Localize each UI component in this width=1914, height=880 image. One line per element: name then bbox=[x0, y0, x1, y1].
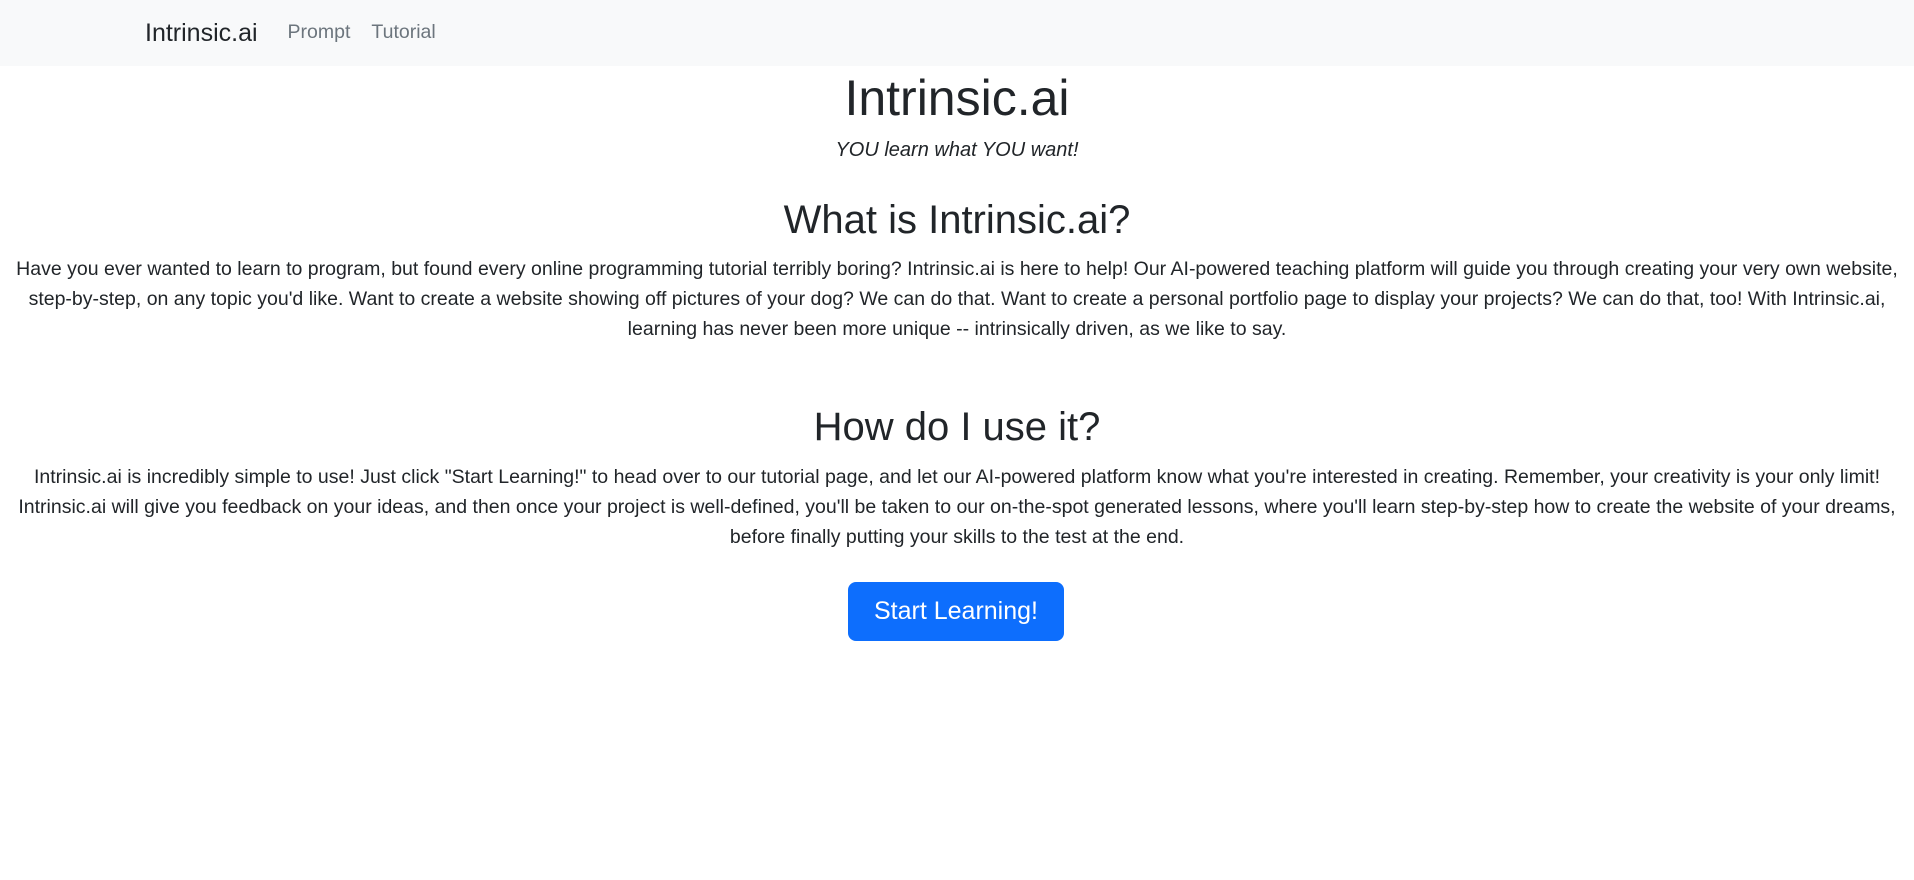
page-title: Intrinsic.ai bbox=[844, 70, 1070, 126]
tagline: YOU learn what YOU want! bbox=[835, 139, 1079, 161]
section-heading-how: How do I use it? bbox=[813, 405, 1101, 449]
nav-link-prompt[interactable]: Prompt bbox=[288, 23, 351, 43]
start-learning-button[interactable]: Start Learning! bbox=[848, 582, 1064, 641]
nav-link-tutorial[interactable]: Tutorial bbox=[371, 23, 435, 43]
navbar-brand[interactable]: Intrinsic.ai bbox=[145, 20, 258, 46]
section-text-what: Have you ever wanted to learn to program… bbox=[16, 258, 1898, 340]
section-heading-what: What is Intrinsic.ai? bbox=[783, 198, 1131, 242]
top-navbar: Intrinsic.ai Prompt Tutorial bbox=[0, 0, 1914, 66]
section-text-how: Intrinsic.ai is incredibly simple to use… bbox=[18, 466, 1896, 548]
